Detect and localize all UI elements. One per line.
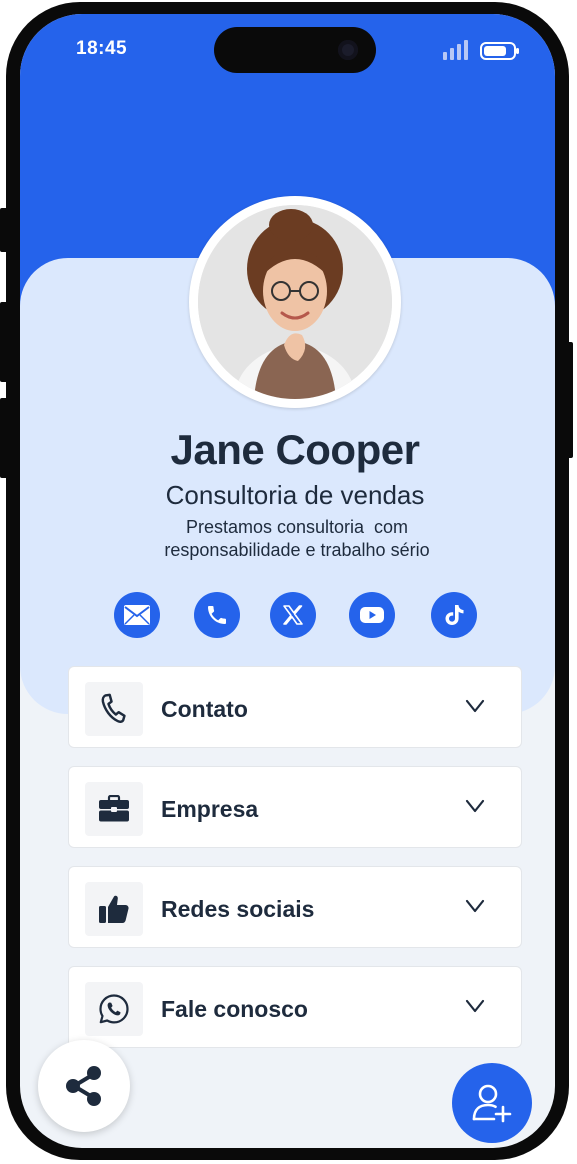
volume-down-button — [0, 398, 8, 478]
action-button — [0, 208, 8, 252]
power-button — [565, 342, 573, 458]
phone-icon — [208, 606, 226, 624]
screen: 18:45 Jane Cooper Consultoria de vendas … — [20, 14, 555, 1148]
thumbs-up-icon — [99, 895, 129, 923]
profile-title: Consultoria de vendas — [165, 480, 425, 510]
battery-icon — [480, 42, 519, 60]
email-icon — [124, 605, 150, 625]
phone-handset-icon — [101, 693, 126, 723]
share-icon — [66, 1066, 101, 1106]
avatar-ring — [189, 196, 401, 408]
card-icon-box — [85, 682, 143, 736]
avatar — [198, 205, 392, 399]
section-fale-conosco[interactable]: Fale conosco — [68, 966, 522, 1048]
tiktok-icon — [445, 605, 464, 625]
section-empresa[interactable]: Empresa — [68, 766, 522, 848]
section-label: Contato — [161, 696, 248, 722]
avatar-photo — [198, 205, 392, 399]
chevron-down-icon — [465, 699, 485, 713]
chevron-down-icon — [465, 799, 485, 813]
card-icon-box — [85, 782, 143, 836]
briefcase-icon — [99, 795, 129, 822]
youtube-button[interactable] — [349, 592, 395, 638]
section-contato[interactable]: Contato — [68, 666, 522, 748]
section-label: Fale conosco — [161, 996, 308, 1022]
camera-icon — [338, 40, 358, 60]
x-twitter-button[interactable] — [270, 592, 316, 638]
profile-description: Prestamos consultoria com responsabilida… — [132, 516, 462, 562]
add-user-icon — [472, 1084, 512, 1123]
x-twitter-icon — [283, 605, 303, 625]
profile-name: Jane Cooper — [170, 426, 420, 473]
tiktok-button[interactable] — [431, 592, 477, 638]
whatsapp-icon — [99, 994, 129, 1024]
youtube-icon — [360, 607, 384, 623]
add-contact-button[interactable] — [452, 1063, 532, 1143]
description-line-2: responsabilidade e trabalho sério — [164, 540, 430, 560]
dynamic-island — [214, 27, 376, 73]
card-icon-box — [85, 882, 143, 936]
status-time: 18:45 — [76, 38, 128, 59]
share-button[interactable] — [38, 1040, 130, 1132]
phone-button[interactable] — [194, 592, 240, 638]
volume-up-button — [0, 302, 8, 382]
section-label: Redes sociais — [161, 896, 315, 922]
chevron-down-icon — [465, 899, 485, 913]
section-redes-sociais[interactable]: Redes sociais — [68, 866, 522, 948]
phone-frame: 18:45 Jane Cooper Consultoria de vendas … — [0, 2, 573, 1160]
signal-icon — [443, 40, 468, 60]
section-label: Empresa — [161, 796, 259, 822]
card-icon-box — [85, 982, 143, 1036]
chevron-down-icon — [465, 999, 485, 1013]
email-button[interactable] — [114, 592, 160, 638]
description-line-1: Prestamos consultoria com — [185, 517, 409, 537]
